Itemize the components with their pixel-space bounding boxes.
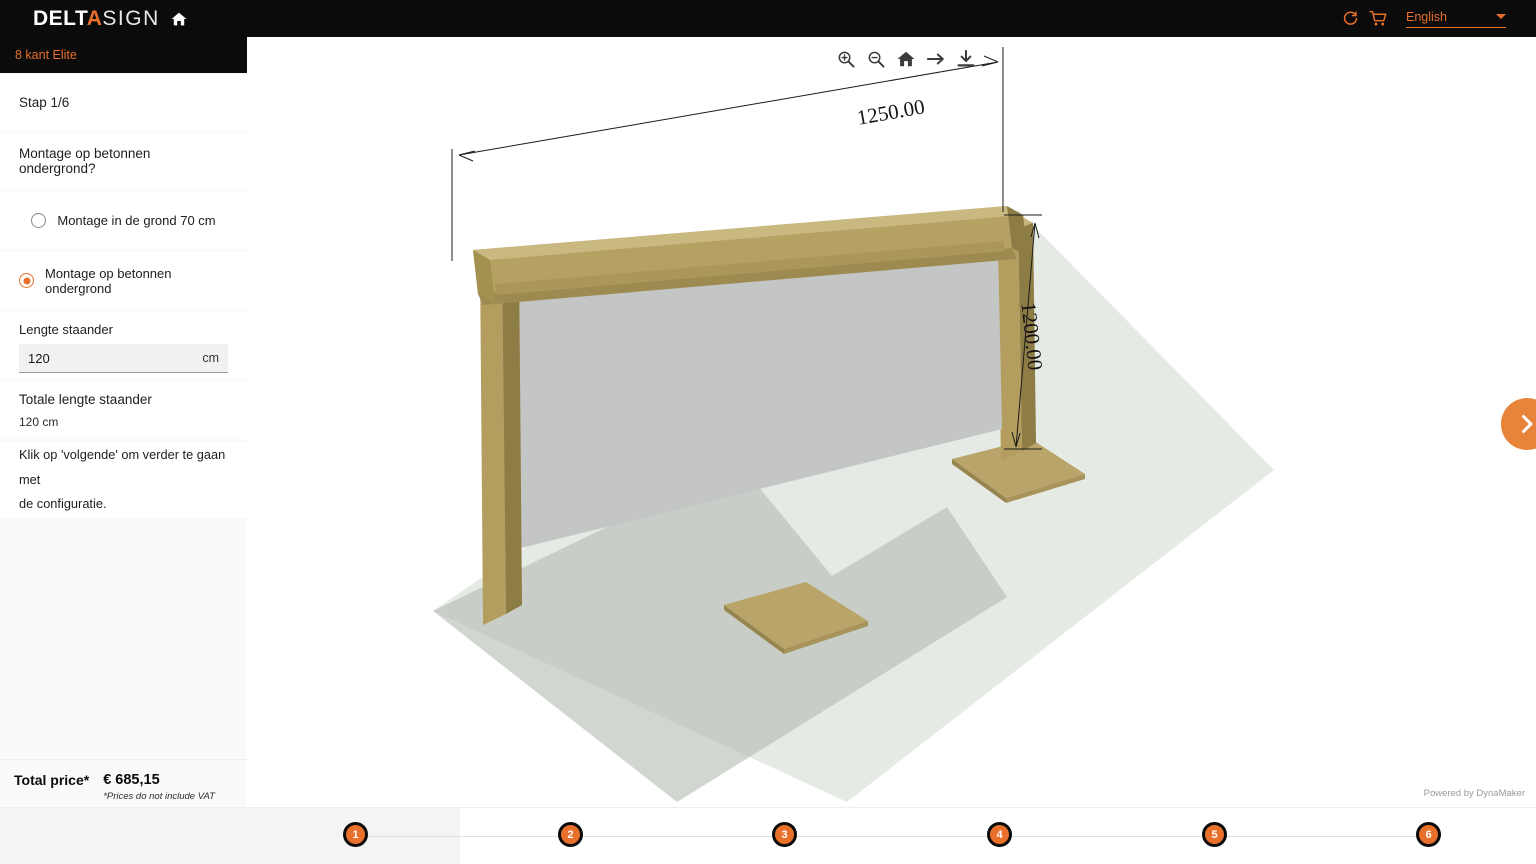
chevron-down-icon xyxy=(1496,14,1506,19)
logo-delta-text: DELT xyxy=(33,7,87,30)
step-node-4[interactable]: 4 xyxy=(987,822,1012,847)
sign-3d-model[interactable]: 1250.00 1200.00 xyxy=(247,37,1536,807)
powered-by-credit: Powered by DynaMaker xyxy=(1423,788,1525,799)
language-select[interactable]: English xyxy=(1406,10,1506,28)
question-card: Montage op betonnen ondergrond? xyxy=(0,133,247,189)
configurator-app: DELTASIGN English 8 kant Elite Stap 1/6 … xyxy=(0,0,1536,864)
logo-sign-text: SIGN xyxy=(102,7,160,30)
brand-logo[interactable]: DELTASIGN xyxy=(33,8,187,29)
logo-accent-letter: A xyxy=(86,7,103,30)
option-label-ground: Montage in de grond 70 cm xyxy=(57,213,216,228)
step-progress-line xyxy=(355,836,1428,837)
help-text-line-2: de configuratie. xyxy=(19,496,107,512)
step-node-2[interactable]: 2 xyxy=(558,822,583,847)
length-input-wrapper[interactable]: 120 cm xyxy=(19,344,228,373)
option-row-ground-mount[interactable]: Montage in de grond 70 cm xyxy=(0,192,247,249)
radio-row[interactable]: Montage op betonnen ondergrond xyxy=(19,266,228,296)
top-bar-actions: English xyxy=(1336,0,1536,37)
radio-row[interactable]: Montage in de grond 70 cm xyxy=(31,213,216,228)
vat-note: *Prices do not include VAT xyxy=(103,791,215,802)
product-title-bar: 8 kant Elite xyxy=(0,37,247,73)
help-text-line-1: Klik op 'volgende' om verder te gaan met xyxy=(19,446,226,487)
viewer-toolbar xyxy=(836,49,976,69)
refresh-icon[interactable] xyxy=(1336,5,1364,33)
total-length-card: Totale lengte staander 120 cm xyxy=(0,382,247,439)
step-indicator: Stap 1/6 xyxy=(19,95,70,110)
length-field-label: Lengte staander xyxy=(19,322,113,337)
chevron-right-icon xyxy=(1522,415,1533,433)
option-label-concrete: Montage op betonnen ondergrond xyxy=(45,265,172,296)
download-icon[interactable] xyxy=(956,49,976,69)
radio-button-selected[interactable] xyxy=(19,273,34,288)
help-text-card: Klik op 'volgende' om verder te gaan met… xyxy=(0,442,247,518)
step-number: 4 xyxy=(996,828,1003,841)
logo-text: DELTASIGN xyxy=(33,8,160,29)
step-number: 6 xyxy=(1425,828,1432,841)
step-node-6[interactable]: 6 xyxy=(1416,822,1441,847)
language-label: English xyxy=(1406,9,1447,24)
option-row-concrete-mount[interactable]: Montage op betonnen ondergrond xyxy=(0,252,247,309)
sidebar-cards: Stap 1/6 Montage op betonnen ondergrond?… xyxy=(0,73,247,759)
arrow-right-icon[interactable] xyxy=(926,49,946,69)
total-price-values: € 685,15 *Prices do not include VAT xyxy=(103,772,215,802)
question-label: Montage op betonnen ondergrond? xyxy=(19,146,151,176)
model-viewport[interactable]: 1250.00 1200.00 Powered by DynaMaker xyxy=(247,37,1536,807)
length-input[interactable]: 120 xyxy=(28,351,50,366)
home-view-icon[interactable] xyxy=(896,49,916,69)
step-number: 3 xyxy=(781,828,788,841)
step-node-1[interactable]: 1 xyxy=(343,822,368,847)
configurator-sidebar: 8 kant Elite Stap 1/6 Montage op betonne… xyxy=(0,37,247,864)
home-icon[interactable] xyxy=(171,12,187,26)
length-unit-label: cm xyxy=(202,351,219,365)
top-bar: DELTASIGN English xyxy=(0,0,1536,37)
step-number: 2 xyxy=(567,828,574,841)
total-length-value: 120 cm xyxy=(19,415,59,429)
total-length-label: Totale lengte staander xyxy=(19,392,152,407)
product-title: 8 kant Elite xyxy=(15,48,77,62)
step-indicator-card: Stap 1/6 xyxy=(0,75,247,130)
zoom-in-icon[interactable] xyxy=(836,49,856,69)
total-price-block: Total price* € 685,15 *Prices do not inc… xyxy=(0,759,247,812)
step-number: 1 xyxy=(352,828,359,841)
radio-button-unselected[interactable] xyxy=(31,213,47,228)
post-left xyxy=(480,251,506,625)
total-price-value: € 685,15 xyxy=(103,772,160,788)
step-node-5[interactable]: 5 xyxy=(1202,822,1227,847)
step-number: 5 xyxy=(1211,828,1218,841)
length-field-card: Lengte staander 120 cm xyxy=(0,312,247,379)
zoom-out-icon[interactable] xyxy=(866,49,886,69)
dimension-width-label: 1250.00 xyxy=(855,94,926,129)
step-progress-bar: 1 2 3 4 5 6 xyxy=(0,807,1536,864)
shopping-cart-icon[interactable] xyxy=(1364,5,1392,33)
step-node-3[interactable]: 3 xyxy=(772,822,797,847)
total-price-label: Total price* xyxy=(14,772,90,788)
